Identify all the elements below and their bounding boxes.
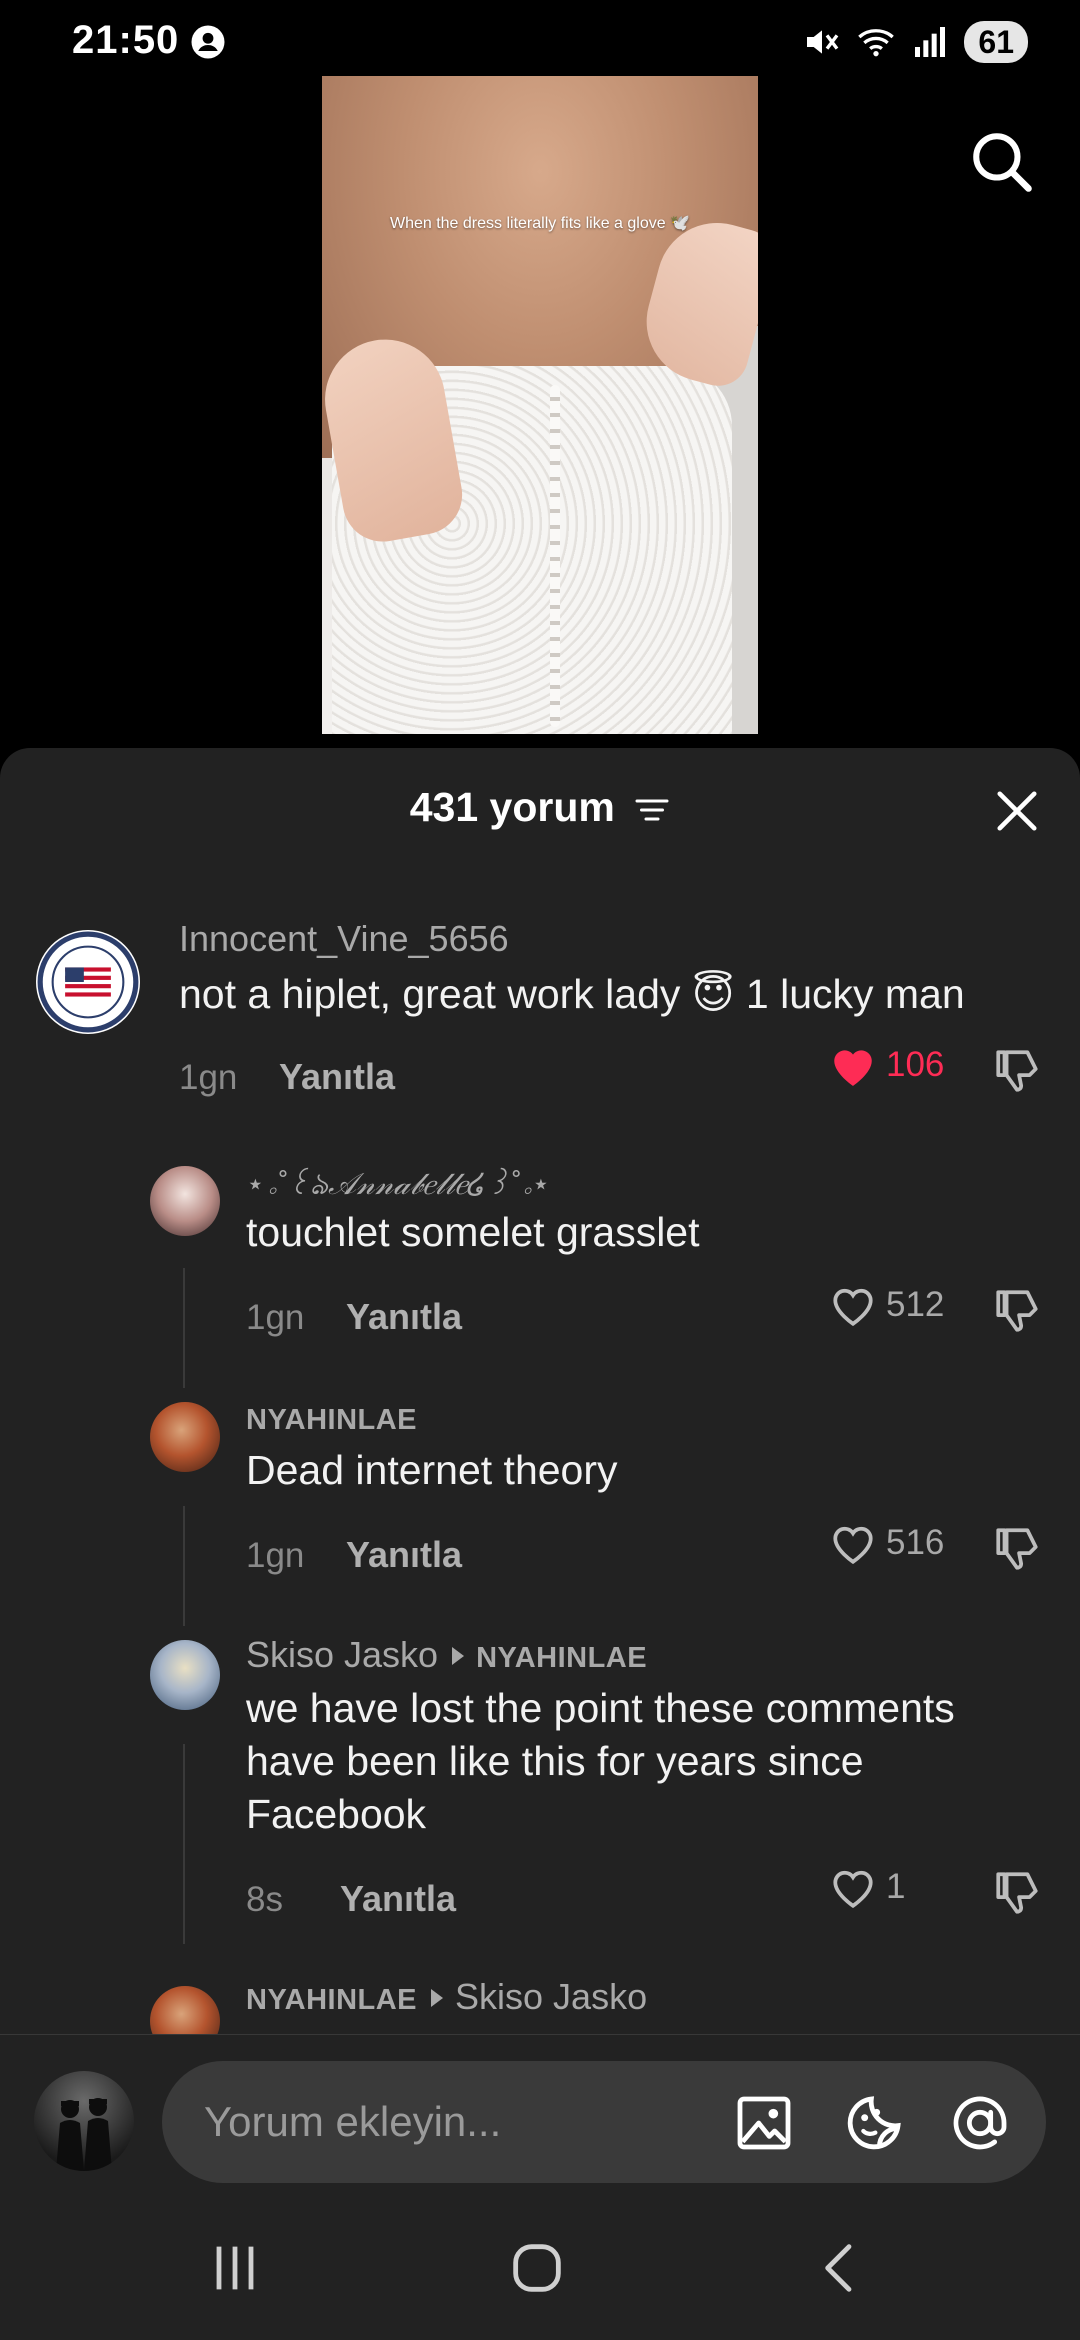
avatar-figures-icon: [56, 2098, 112, 2171]
reply-to-username[interactable]: Skiso Jasko: [455, 1976, 647, 2017]
search-icon[interactable]: [968, 128, 1034, 194]
current-user-avatar[interactable]: [34, 2071, 134, 2171]
status-bar: 21:50 61: [0, 0, 1080, 84]
reply-to-arrow-icon: [452, 1647, 465, 1666]
comments-count-title: 431 yorum: [409, 784, 615, 830]
dislike-icon[interactable]: [992, 1046, 1042, 1096]
like-button[interactable]: 516: [828, 1520, 944, 1566]
sort-filter-icon[interactable]: [634, 795, 670, 825]
like-count: 1: [886, 1867, 906, 1906]
comment-username-row: Skiso Jasko NYAHINLAE: [246, 1634, 647, 1676]
video-frame-dress-buttons: [550, 385, 560, 728]
comment-input-bar: [0, 2034, 1080, 2196]
comment-age: 8s: [246, 1880, 283, 1919]
wifi-icon: [858, 29, 895, 57]
comment-username[interactable]: Skiso Jasko: [246, 1634, 438, 1675]
thread-line: [183, 1506, 185, 1626]
like-button[interactable]: 1: [828, 1864, 905, 1910]
reply-to-arrow-icon: [431, 1989, 444, 2008]
comment-text: touchlet somelet grasslet: [246, 1209, 700, 1255]
system-nav-bar: [0, 2196, 1080, 2340]
home-icon[interactable]: [502, 2236, 572, 2300]
battery-level: 61: [964, 21, 1028, 63]
mention-icon[interactable]: [948, 2091, 1012, 2155]
comment-username-row: NYAHINLAE Skiso Jasko: [246, 1976, 647, 2018]
comment-input[interactable]: [202, 2061, 742, 2183]
like-button[interactable]: 512: [828, 1282, 944, 1328]
thread-line: [183, 1744, 185, 1944]
status-time: 21:50: [72, 18, 180, 62]
comment-age: 1gn: [179, 1058, 238, 1097]
avatar[interactable]: [36, 930, 140, 1034]
signal-icon: [915, 27, 946, 57]
close-icon[interactable]: [994, 788, 1040, 834]
thread-line: [183, 1268, 185, 1388]
heart-outline-icon: [833, 1288, 873, 1326]
avatar[interactable]: [150, 1640, 220, 1710]
like-button[interactable]: 106: [828, 1042, 944, 1088]
image-picker-icon[interactable]: [732, 2091, 796, 2155]
avatar[interactable]: [150, 1402, 220, 1472]
video-player[interactable]: When the dress literally fits like a glo…: [322, 76, 758, 734]
comment-username[interactable]: Innocent_Vine_5656: [179, 918, 509, 960]
back-icon[interactable]: [806, 2236, 876, 2300]
reply-to-username[interactable]: NYAHINLAE: [476, 1642, 647, 1674]
dislike-icon[interactable]: [992, 1524, 1042, 1574]
comment-input-container[interactable]: [162, 2061, 1046, 2183]
comment-text: we have lost the point these comments ha…: [246, 1685, 955, 1837]
comments-header: 431 yorum: [0, 784, 1080, 831]
video-caption: When the dress literally fits like a glo…: [389, 215, 691, 232]
comment-age: 1gn: [246, 1536, 305, 1575]
mute-icon: [807, 30, 839, 54]
comment-username[interactable]: ⋆｡˚꒰ঌ𝒜𝓃𝓃𝒶𝒷𝑒𝓁𝓁𝑒໒꒱˚｡⋆: [246, 1160, 550, 1211]
like-count: 106: [886, 1045, 945, 1084]
comment-age: 1gn: [246, 1298, 305, 1337]
comment-username[interactable]: NYAHINLAE: [246, 1404, 417, 1437]
account-circle-icon: [191, 25, 225, 59]
like-count: 516: [886, 1523, 945, 1562]
comment-username[interactable]: NYAHINLAE: [246, 1984, 417, 2016]
avatar[interactable]: [150, 1166, 220, 1236]
heart-outline-icon: [833, 1870, 873, 1908]
dislike-icon[interactable]: [992, 1286, 1042, 1336]
heart-filled-icon: [834, 1050, 872, 1086]
heart-outline-icon: [833, 1526, 873, 1564]
emoji-sticker-icon[interactable]: [842, 2091, 906, 2155]
comment-text: not a hiplet, great work lady 😇 1 lucky …: [179, 971, 965, 1017]
reply-button[interactable]: Yanıtla: [346, 1296, 462, 1338]
reply-button[interactable]: Yanıtla: [340, 1878, 456, 1920]
recent-apps-icon[interactable]: [200, 2236, 270, 2300]
reply-button[interactable]: Yanıtla: [279, 1056, 395, 1098]
reply-button[interactable]: Yanıtla: [346, 1534, 462, 1576]
like-count: 512: [886, 1285, 945, 1324]
comment-text: Dead internet theory: [246, 1447, 618, 1493]
dislike-icon[interactable]: [992, 1868, 1042, 1918]
made-in-usa-badge-icon: [37, 931, 139, 1033]
